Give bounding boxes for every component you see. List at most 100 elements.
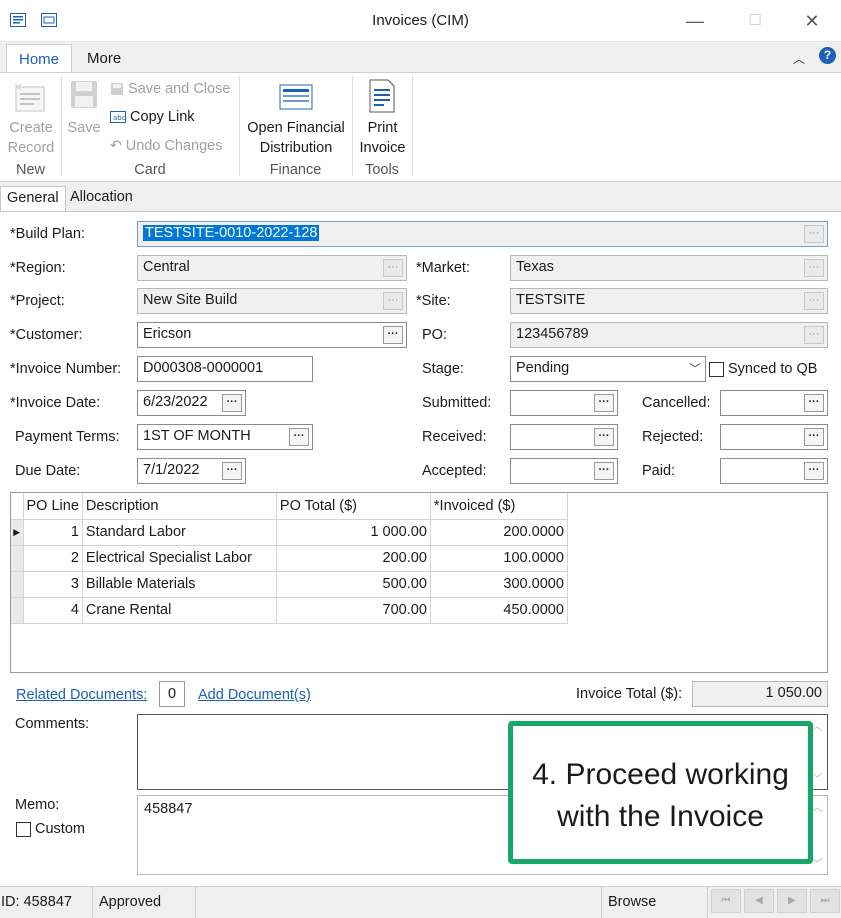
po-field[interactable]: 123456789 ··· [510,322,828,348]
market-lookup-button[interactable]: ··· [804,259,824,277]
copy-link-icon: abc [110,111,126,124]
undo-changes-label: Undo Changes [125,138,223,154]
invoice-date-field[interactable]: 6/23/2022 ··· [137,390,246,416]
collapse-ribbon-icon[interactable]: ︿ [793,50,805,67]
memo-value: 458847 [144,801,193,817]
build-plan-lookup-button[interactable]: ··· [804,225,824,243]
paid-picker-button[interactable]: ··· [804,462,824,480]
project-field[interactable]: New Site Build ··· [137,288,407,314]
build-plan-field[interactable]: TESTSITE-0010-2022-128 ··· [137,221,828,247]
payment-terms-lookup-button[interactable]: ··· [289,428,309,446]
undo-changes-button[interactable]: ↶ Undo Changes [110,134,223,156]
row-selector[interactable] [11,545,24,572]
instruction-callout: 4. Proceed working with the Invoice [508,721,813,864]
minimize-button[interactable]: — [680,8,710,34]
col-po-total[interactable]: PO Total ($) [276,493,431,520]
cell-invoiced[interactable]: 450.0000 [430,597,568,624]
help-icon[interactable]: ? [819,47,836,64]
copy-link-button[interactable]: abc Copy Link [110,106,195,128]
submitted-field[interactable]: ··· [510,390,618,416]
cell-po-total[interactable]: 1 000.00 [276,519,431,546]
region-lookup-button[interactable]: ··· [383,259,403,277]
stage-dropdown[interactable]: Pending ﹀ [510,356,706,382]
invoice-total-label: Invoice Total ($): [576,686,683,702]
accepted-field[interactable]: ··· [510,458,618,484]
tab-allocation[interactable]: Allocation [64,186,139,212]
cell-po-line[interactable]: 2 [23,545,83,572]
create-record-button[interactable]: Create Record [2,118,60,158]
row-selector[interactable] [11,597,24,624]
market-value: Texas [516,259,554,275]
tab-more[interactable]: More [75,44,133,73]
cancelled-picker-button[interactable]: ··· [804,394,824,412]
cell-invoiced[interactable]: 100.0000 [430,545,568,572]
first-record-icon[interactable]: ⏮ [711,889,741,913]
row-selector[interactable] [11,571,24,598]
rejected-picker-button[interactable]: ··· [804,428,824,446]
due-date-field[interactable]: 7/1/2022 ··· [137,458,246,484]
table-row[interactable]: 2 Electrical Specialist Labor 200.00 100… [11,545,568,572]
cell-description[interactable]: Electrical Specialist Labor [82,545,277,572]
table-row[interactable]: ▶ 1 Standard Labor 1 000.00 200.0000 [11,519,568,546]
customer-lookup-button[interactable]: ··· [383,326,403,344]
customer-field[interactable]: Ericson ··· [137,322,407,348]
memo-label: Memo: [15,797,60,813]
cell-invoiced[interactable]: 200.0000 [430,519,568,546]
title-bar: Invoices (CIM) — ☐ ✕ [0,0,841,42]
cancelled-field[interactable]: ··· [720,390,828,416]
cell-description[interactable]: Crane Rental [82,597,277,624]
accepted-picker-button[interactable]: ··· [594,462,614,480]
close-button[interactable]: ✕ [797,8,827,34]
tab-home[interactable]: Home [6,44,73,73]
invoice-number-field[interactable]: D000308-0000001 [137,356,313,382]
col-description[interactable]: Description [82,493,277,520]
cell-po-line[interactable]: 1 [23,519,83,546]
tab-general[interactable]: General [0,186,66,213]
previous-record-icon[interactable]: ◀ [744,889,774,913]
save-icon [71,81,97,108]
next-record-icon[interactable]: ▶ [777,889,807,913]
save-and-close-button[interactable]: Save and Close [110,78,230,100]
table-row[interactable]: 4 Crane Rental 700.00 450.0000 [11,597,568,624]
cell-po-total[interactable]: 700.00 [276,597,431,624]
invoice-number-label: *Invoice Number: [10,361,122,377]
print-invoice-button[interactable]: Print Invoice [355,118,410,158]
received-picker-button[interactable]: ··· [594,428,614,446]
region-field[interactable]: Central ··· [137,255,407,281]
cell-po-total[interactable]: 500.00 [276,571,431,598]
related-documents-link[interactable]: Related Documents: [16,687,147,703]
cell-po-line[interactable]: 3 [23,571,83,598]
save-button[interactable]: Save [66,118,102,138]
project-lookup-button[interactable]: ··· [383,292,403,310]
site-lookup-button[interactable]: ··· [804,292,824,310]
invoice-lines-grid[interactable]: PO Line Description PO Total ($) *Invoic… [10,492,828,673]
table-row[interactable]: 3 Billable Materials 500.00 300.0000 [11,571,568,598]
paid-field[interactable]: ··· [720,458,828,484]
paid-label: Paid: [642,463,676,479]
submitted-picker-button[interactable]: ··· [594,394,614,412]
invoice-date-picker-button[interactable]: ··· [222,394,242,412]
add-documents-link[interactable]: Add Document(s) [198,687,311,703]
copy-link-label: Copy Link [130,109,195,125]
synced-to-qb-checkbox[interactable] [709,362,724,377]
cell-description[interactable]: Standard Labor [82,519,277,546]
cell-description[interactable]: Billable Materials [82,571,277,598]
col-invoiced[interactable]: *Invoiced ($) [430,493,568,520]
last-record-icon[interactable]: ⏭ [810,889,840,913]
cell-invoiced[interactable]: 300.0000 [430,571,568,598]
po-lookup-button[interactable]: ··· [804,326,824,344]
site-field[interactable]: TESTSITE ··· [510,288,828,314]
cell-po-total[interactable]: 200.00 [276,545,431,572]
col-po-line[interactable]: PO Line [23,493,83,520]
market-field[interactable]: Texas ··· [510,255,828,281]
maximize-button[interactable]: ☐ [740,8,770,34]
received-field[interactable]: ··· [510,424,618,450]
rejected-field[interactable]: ··· [720,424,828,450]
open-financial-distribution-button[interactable]: Open Financial Distribution [243,118,349,158]
build-plan-value: TESTSITE-0010-2022-128 [143,225,320,241]
stage-label: Stage: [422,361,464,377]
custom-checkbox[interactable] [16,822,31,837]
due-date-picker-button[interactable]: ··· [222,462,242,480]
cell-po-line[interactable]: 4 [23,597,83,624]
payment-terms-field[interactable]: 1ST OF MONTH ··· [137,424,313,450]
